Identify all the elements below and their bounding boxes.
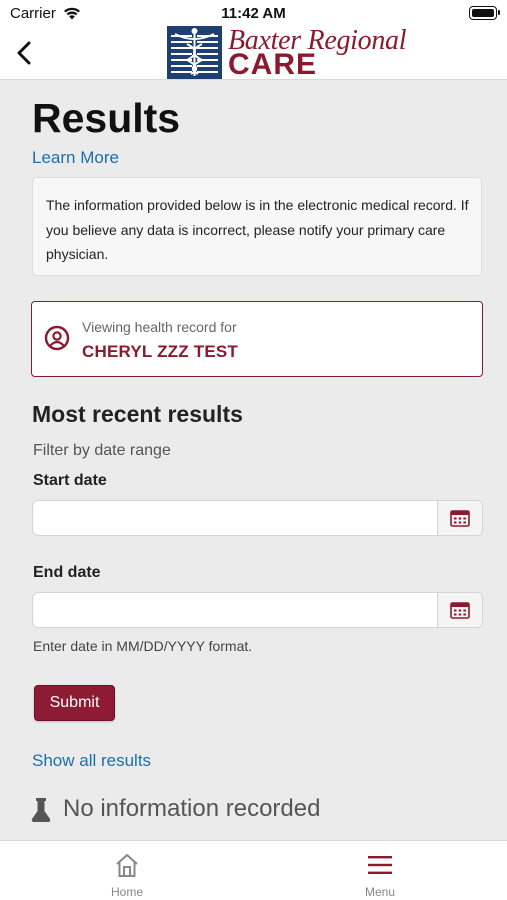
end-date-input[interactable] [33, 593, 437, 627]
tab-home-label: Home [110, 885, 143, 899]
calendar-icon [450, 602, 470, 619]
clock: 11:42 AM [221, 5, 286, 22]
show-all-results-link[interactable]: Show all results [32, 751, 151, 771]
page-title: Results [32, 95, 181, 141]
start-date-field [32, 500, 483, 536]
learn-more-link[interactable]: Learn More [32, 148, 119, 168]
record-label: Viewing health record for [82, 319, 237, 335]
start-date-input[interactable] [33, 501, 437, 535]
bottom-tab-bar: Home Menu [0, 840, 507, 900]
start-date-label: Start date [33, 472, 107, 489]
info-notice: The information provided below is in the… [32, 177, 482, 276]
back-chevron-icon[interactable] [10, 36, 40, 70]
tab-home[interactable]: Home [67, 841, 187, 900]
tab-menu-label: Menu [364, 885, 396, 899]
tab-menu[interactable]: Menu [320, 841, 440, 900]
navigation-bar: Baxter Regional CARE [0, 25, 507, 81]
filter-label: Filter by date range [33, 442, 171, 459]
date-format-hint: Enter date in MM/DD/YYYY format. [33, 638, 253, 654]
hamburger-menu-icon [368, 856, 392, 874]
patient-name: CHERYL ZZZ TEST [82, 342, 238, 361]
no-information-text: No information recorded [63, 795, 321, 822]
logo-text-line2: CARE [228, 48, 318, 81]
home-icon [116, 854, 138, 877]
status-bar: Carrier 11:42 AM [0, 0, 507, 26]
test-tube-icon [31, 798, 51, 822]
start-date-calendar-button[interactable] [437, 501, 482, 535]
battery-icon [469, 6, 500, 20]
caduceus-emblem-icon [167, 26, 222, 79]
calendar-icon [450, 510, 470, 527]
baxter-regional-logo: Baxter Regional CARE [167, 25, 407, 81]
section-heading: Most recent results [32, 401, 243, 427]
patient-icon [44, 325, 70, 351]
viewing-record-card: Viewing health record for CHERYL ZZZ TES… [31, 301, 483, 377]
end-date-field [32, 592, 483, 628]
submit-button[interactable]: Submit [34, 685, 115, 721]
end-date-label: End date [33, 564, 101, 581]
end-date-calendar-button[interactable] [437, 593, 482, 627]
